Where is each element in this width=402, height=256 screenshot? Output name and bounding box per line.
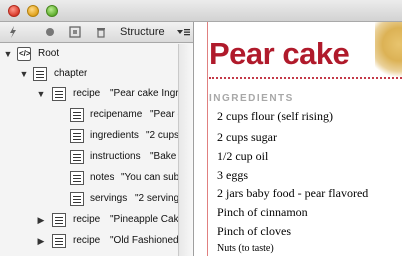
tree-node-value: "Pear cake Ingre <box>110 88 178 99</box>
tree-node-recipe[interactable]: ▶ recipe "Pineapple Cake <box>0 210 178 230</box>
ingredient-line[interactable]: 2 cups flour (self rising) <box>217 109 333 124</box>
panel-menu-icon[interactable] <box>176 25 190 42</box>
tree-node-label: recipe <box>73 214 101 225</box>
tree-node-value: "2 cups <box>146 130 178 141</box>
decorative-image <box>375 22 402 78</box>
tree-node-value: "You can sub <box>121 172 178 183</box>
tree-node-ingredients[interactable]: ingredients "2 cups <box>0 126 178 146</box>
document-page: Pear cake INGREDIENTS 2 cups flour (self… <box>195 22 402 256</box>
structure-toolbar: Structure <box>0 22 193 43</box>
close-window-button[interactable] <box>8 5 20 17</box>
tree-node-recipe[interactable]: ▶ recipe "Old Fashioned ( <box>0 231 178 251</box>
expanded-triangle-icon[interactable]: ▼ <box>3 44 13 64</box>
circle-icon[interactable] <box>43 25 57 39</box>
tree-node-label: chapter <box>54 68 88 79</box>
element-icon <box>52 213 66 227</box>
tree-node-label: recipename <box>90 109 143 120</box>
frame-icon[interactable] <box>68 25 82 39</box>
recipe-title[interactable]: Pear cake <box>209 36 350 72</box>
tree-node-value: "Bake i <box>150 151 178 162</box>
panel-title: Structure <box>120 26 165 38</box>
tree-node-notes[interactable]: notes "You can sub <box>0 168 178 188</box>
collapsed-triangle-icon[interactable]: ▶ <box>36 231 46 251</box>
ingredient-line[interactable]: Pinch of cloves <box>217 224 291 239</box>
tree-node-label: servings <box>90 193 128 204</box>
tree-node-chapter[interactable]: ▼ chapter <box>0 64 178 84</box>
tree-node-value: "Old Fashioned ( <box>110 235 178 246</box>
structure-tree: ▼ </> Root ▼ chapter ▼ recipe "Pear cake… <box>0 44 193 256</box>
element-icon <box>70 150 84 164</box>
ingredient-line[interactable]: 1/2 cup oil <box>217 149 268 164</box>
trash-icon[interactable] <box>94 25 108 39</box>
tree-node-label: Root <box>38 48 60 59</box>
structure-scrollbar[interactable] <box>178 44 193 256</box>
expanded-triangle-icon[interactable]: ▼ <box>19 64 29 84</box>
dotted-rule <box>209 77 402 79</box>
ingredient-line[interactable]: Pinch of cinnamon <box>217 205 308 220</box>
tree-node-servings[interactable]: servings "2 serving <box>0 189 178 209</box>
structure-panel: Structure ▼ </> Root ▼ chapter ▼ recipe … <box>0 22 194 256</box>
tree-node-instructions[interactable]: instructions "Bake i <box>0 147 178 167</box>
ingredient-line[interactable]: 3 eggs <box>217 168 248 183</box>
tree-node-label: recipe <box>73 88 101 99</box>
tree-node-label: ingredients <box>90 130 139 141</box>
ingredient-line[interactable]: 2 jars baby food - pear flavored <box>217 186 368 201</box>
element-icon <box>70 129 84 143</box>
tree-node-root[interactable]: ▼ </> Root <box>0 44 178 64</box>
minimize-window-button[interactable] <box>27 5 39 17</box>
expanded-triangle-icon[interactable]: ▼ <box>36 84 46 104</box>
tree-node-recipename[interactable]: recipename "Pear c <box>0 105 178 125</box>
zoom-window-button[interactable] <box>46 5 58 17</box>
tree-node-label: recipe <box>73 235 101 246</box>
element-icon <box>70 192 84 206</box>
margin-guide <box>207 22 208 256</box>
tree-node-label: instructions <box>90 151 141 162</box>
element-icon <box>52 234 66 248</box>
element-icon <box>33 67 47 81</box>
collapsed-triangle-icon[interactable]: ▶ <box>36 210 46 230</box>
window-titlebar <box>0 0 402 22</box>
element-icon <box>70 108 84 122</box>
lightning-icon[interactable] <box>6 25 20 39</box>
element-icon <box>52 87 66 101</box>
tree-node-value: "Pear c <box>150 109 178 120</box>
tree-node-value: "Pineapple Cake <box>110 214 178 225</box>
tree-node-recipe[interactable]: ▼ recipe "Pear cake Ingre <box>0 84 178 104</box>
tree-node-value: "2 serving <box>135 193 178 204</box>
xml-root-icon: </> <box>17 47 31 61</box>
tree-node-label: notes <box>90 172 115 183</box>
ingredient-line[interactable]: 2 cups sugar <box>217 130 277 145</box>
ingredients-heading[interactable]: INGREDIENTS <box>209 93 294 104</box>
element-icon <box>70 171 84 185</box>
ingredient-line[interactable]: Nuts (to taste) <box>217 243 274 254</box>
